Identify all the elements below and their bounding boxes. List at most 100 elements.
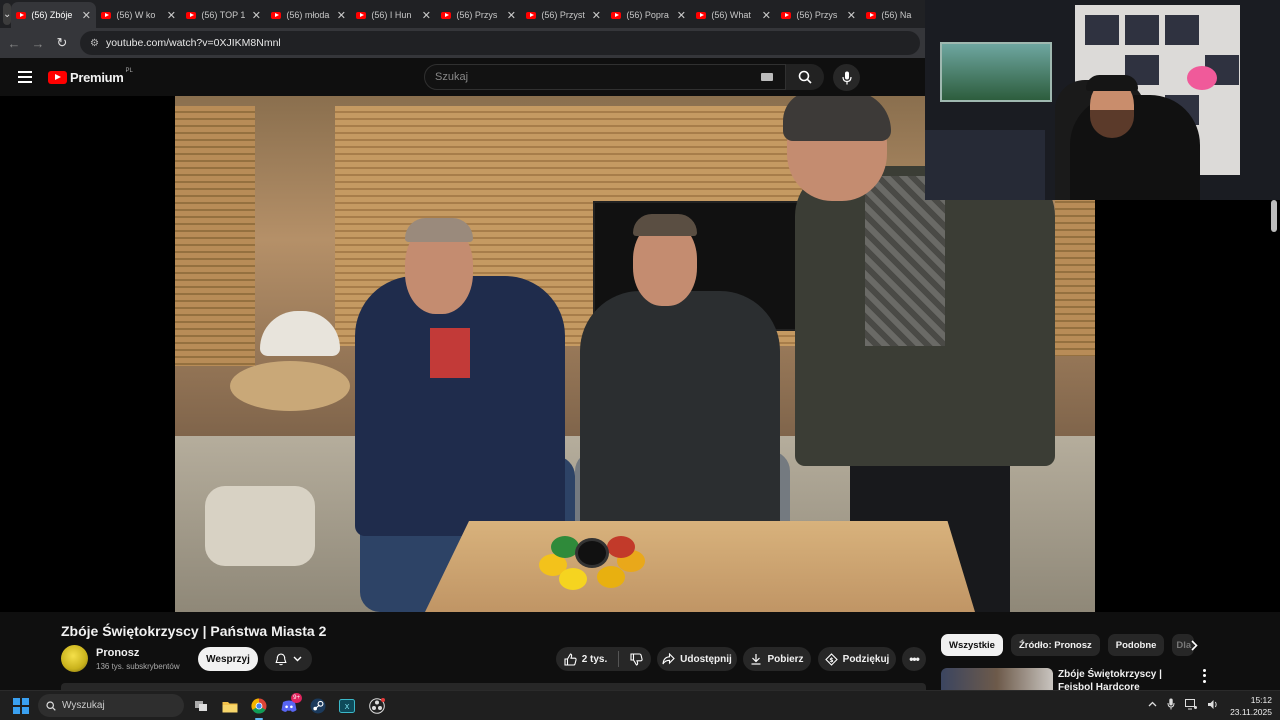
logo-region: PL: [125, 67, 133, 74]
address-bar[interactable]: ⚙ youtube.com/watch?v=0XJIKM8Nmnl: [80, 31, 920, 55]
tab-list: (56) Zbóje ✕ (56) W ko ✕ (56) TOP 1 ✕ (56) mło…: [11, 0, 946, 28]
filter-chip[interactable]: Źródło: Pronosz: [1010, 634, 1100, 656]
youtube-favicon-icon: [186, 11, 197, 19]
microphone-icon[interactable]: [1167, 698, 1175, 710]
youtube-favicon-icon: [271, 11, 282, 19]
recommended-video-thumbnail[interactable]: [941, 668, 1053, 690]
share-label: Udostępnij: [680, 653, 732, 665]
search-box: [424, 64, 786, 90]
youtube-favicon-icon: [781, 11, 792, 19]
chrome-icon[interactable]: [248, 695, 270, 720]
scene-blinds-right: [1055, 196, 1095, 356]
share-button[interactable]: Udostępnij: [657, 647, 737, 671]
browser-tab[interactable]: (56) I Hun ✕: [351, 2, 436, 28]
close-tab-icon[interactable]: ✕: [421, 9, 431, 22]
scene-table: [425, 521, 975, 612]
tab-label: (56) młoda: [286, 10, 330, 20]
forward-icon[interactable]: →: [26, 36, 50, 51]
tab-label: (56) Zbóje: [31, 10, 73, 20]
scene-cushion: [205, 486, 315, 566]
bell-icon: [274, 652, 287, 665]
more-actions-button[interactable]: •••: [902, 647, 926, 671]
tab-label: (56) Przyst: [541, 10, 585, 20]
close-tab-icon[interactable]: ✕: [506, 9, 516, 22]
browser-tab[interactable]: (56) Przys ✕: [776, 2, 861, 28]
youtube-logo[interactable]: Premium PL: [48, 67, 133, 85]
streamer-webcam: [925, 0, 1280, 200]
keyboard-icon[interactable]: [761, 73, 773, 81]
network-icon[interactable]: [1185, 698, 1197, 710]
browser-tab[interactable]: (56) What ✕: [691, 2, 776, 28]
search-button[interactable]: [786, 64, 824, 90]
thanks-button[interactable]: $ Podziękuj: [818, 647, 896, 671]
close-tab-icon[interactable]: ✕: [846, 9, 856, 22]
terminal-app-icon[interactable]: X: [336, 695, 358, 717]
browser-tab-strip: ⌄ (56) Zbóje ✕ (56) W ko ✕ (56) TOP 1 ✕ (56) m…: [0, 0, 941, 28]
chevron-down-icon: [293, 656, 301, 662]
recommended-video-title[interactable]: Zbóje Świętokrzyscy | Fejsbol Hardcore: [1058, 668, 1188, 690]
like-icon[interactable]: [564, 652, 577, 666]
close-tab-icon[interactable]: ✕: [166, 9, 176, 22]
chevron-up-icon[interactable]: [1148, 701, 1157, 707]
channel-name[interactable]: Pronosz: [96, 647, 139, 659]
search-input[interactable]: [435, 71, 735, 83]
clock-time: 15:12: [1250, 695, 1272, 705]
reload-icon[interactable]: ↻: [50, 35, 74, 51]
close-tab-icon[interactable]: ✕: [591, 9, 601, 22]
tab-label: (56) Przys: [456, 10, 498, 20]
browser-tab[interactable]: (56) TOP 1 ✕: [181, 2, 266, 28]
task-view-icon[interactable]: [190, 695, 212, 717]
scene-blinds-left: [175, 106, 255, 366]
description-box[interactable]: [61, 683, 926, 690]
search-icon: [798, 70, 812, 84]
browser-tab[interactable]: (56) Popra ✕: [606, 2, 691, 28]
tab-label: (56) What: [711, 10, 751, 20]
voice-search-button[interactable]: [833, 64, 860, 91]
chips-next-button[interactable]: [1184, 634, 1204, 656]
obs-studio-icon[interactable]: [366, 695, 388, 717]
webcam-piggy-bank: [1187, 66, 1217, 90]
windows-start-icon[interactable]: [13, 698, 29, 714]
close-tab-icon[interactable]: ✕: [251, 9, 261, 22]
subscription-bell-button[interactable]: [264, 647, 312, 671]
webcam-desk: [925, 130, 1045, 200]
dislike-icon[interactable]: [630, 652, 643, 666]
steam-icon[interactable]: [307, 695, 329, 717]
close-tab-icon[interactable]: ✕: [761, 9, 771, 22]
tab-label: (56) Przys: [796, 10, 838, 20]
filter-chip[interactable]: Podobne: [1107, 634, 1165, 656]
recommended-video-menu-icon[interactable]: [1198, 668, 1210, 684]
close-tab-icon[interactable]: ✕: [676, 9, 686, 22]
url-text: youtube.com/watch?v=0XJIKM8Nmnl: [105, 37, 281, 49]
like-count[interactable]: 2 tys.: [582, 654, 608, 665]
tab-search-menu-button[interactable]: ⌄: [3, 3, 12, 25]
webcam-aquarium: [940, 42, 1052, 102]
youtube-favicon-icon: [16, 11, 27, 19]
page-scrollbar[interactable]: [1271, 200, 1277, 232]
scene-stool: [230, 361, 350, 411]
browser-tab[interactable]: (56) Przyst ✕: [521, 2, 606, 28]
close-tab-icon[interactable]: ✕: [336, 9, 346, 22]
file-explorer-icon[interactable]: [219, 695, 241, 717]
discord-icon[interactable]: 9+: [278, 693, 302, 717]
close-tab-icon[interactable]: ✕: [81, 9, 91, 22]
taskbar-search[interactable]: Wyszukaj: [38, 694, 184, 717]
youtube-favicon-icon: [696, 11, 707, 19]
support-button[interactable]: Wesprzyj: [198, 647, 258, 671]
browser-tab[interactable]: (56) Zbóje ✕: [11, 2, 97, 28]
windows-taskbar: Wyszukaj 9+ X 15:12 23.11.2025: [0, 690, 1280, 720]
browser-tab[interactable]: (56) W ko ✕: [96, 2, 181, 28]
taskbar-clock[interactable]: 15:12 23.11.2025: [1222, 694, 1272, 718]
channel-avatar[interactable]: [61, 645, 88, 672]
subscriber-count: 136 tys. subskrybentów: [96, 662, 180, 671]
site-info-icon[interactable]: ⚙: [90, 38, 99, 49]
clock-date: 23.11.2025: [1230, 707, 1272, 717]
browser-tab[interactable]: (56) Przys ✕: [436, 2, 521, 28]
back-icon[interactable]: ←: [2, 36, 26, 51]
menu-icon[interactable]: [18, 68, 32, 86]
youtube-favicon-icon: [866, 11, 877, 19]
browser-tab[interactable]: (56) młoda ✕: [266, 2, 351, 28]
download-button[interactable]: Pobierz: [743, 647, 811, 671]
filter-chip[interactable]: Wszystkie: [941, 634, 1003, 656]
volume-icon[interactable]: [1207, 699, 1219, 710]
